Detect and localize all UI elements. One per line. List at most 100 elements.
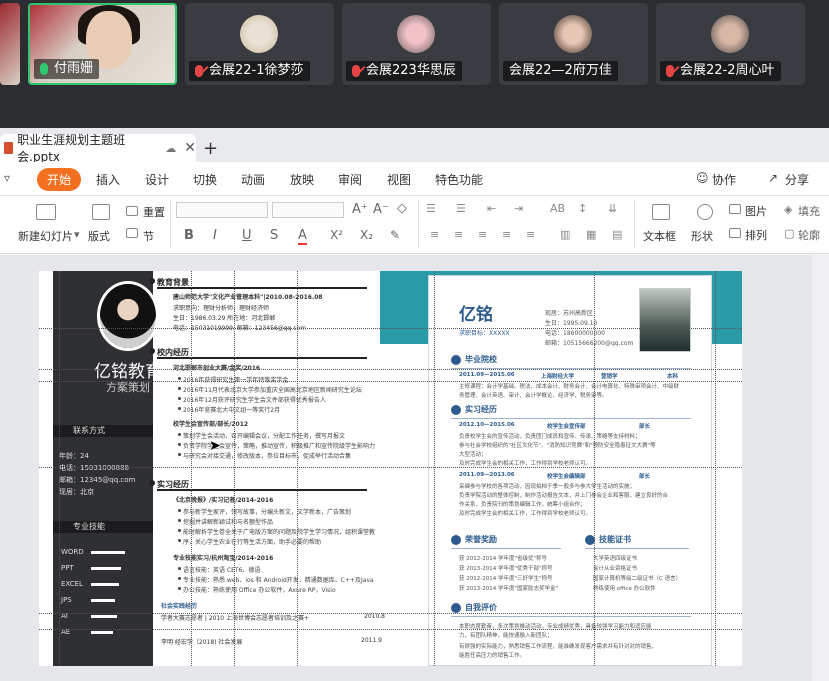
shape-button[interactable]: 形状 xyxy=(691,228,713,244)
text-box-align-icon[interactable]: ▦ xyxy=(586,228,596,241)
menu-insert[interactable]: 插入 xyxy=(96,171,120,188)
outline-icon[interactable]: ▢ xyxy=(784,227,794,240)
menu-transition[interactable]: 切换 xyxy=(193,171,217,188)
layout-icon[interactable] xyxy=(92,204,110,220)
section-rule xyxy=(451,418,691,419)
menu-start[interactable]: 开始 xyxy=(37,168,82,191)
font-color-icon[interactable]: A xyxy=(298,228,307,245)
cert-item: 会计从业资格证书 xyxy=(593,566,638,572)
section-rule xyxy=(585,548,689,549)
numbered-list-icon[interactable]: ☰ xyxy=(456,202,466,215)
video-feed xyxy=(0,3,20,85)
bullet-list-icon[interactable]: ☰ xyxy=(426,202,436,215)
italic-icon[interactable]: I xyxy=(213,228,217,243)
skills-heading: 专业技能 xyxy=(53,521,153,533)
layout-button[interactable]: 版式 xyxy=(88,228,110,244)
pptx-file-icon xyxy=(4,142,14,154)
mic-muted-icon xyxy=(195,65,203,77)
skill-bar xyxy=(91,583,119,586)
resume2-phone: 电话：18600000000 xyxy=(545,330,605,337)
video-tile[interactable]: 会展22-1徐梦莎 xyxy=(185,3,334,85)
arrange-icon[interactable] xyxy=(729,228,741,238)
share-button[interactable]: 分享 xyxy=(785,171,809,188)
video-tile-active[interactable]: 付雨姗 xyxy=(28,3,177,85)
underline-icon[interactable]: U xyxy=(242,228,252,243)
new-slide-icon[interactable] xyxy=(36,204,56,220)
participant-name: 会展223华思辰 xyxy=(346,61,462,81)
fill-icon[interactable]: ◈ xyxy=(784,203,792,216)
menu-design[interactable]: 设计 xyxy=(145,171,169,188)
font-name-input[interactable] xyxy=(176,202,268,218)
align-left-icon[interactable]: ≡ xyxy=(430,228,439,241)
scrollbar[interactable] xyxy=(812,255,829,681)
slide[interactable]: 亿铭教育 方案策划 联系方式 年龄：24 电话：15031000888 邮箱：1… xyxy=(39,271,742,666)
bold-icon[interactable]: B xyxy=(184,228,194,243)
close-tab-icon[interactable]: ✕ xyxy=(184,140,196,156)
text-direction-icon[interactable]: AB xyxy=(550,202,565,215)
new-slide-button[interactable]: 新建幻灯片 xyxy=(18,228,73,244)
indent-icon[interactable]: ⇥ xyxy=(514,202,523,215)
collapse-icon[interactable]: ▿ xyxy=(4,171,10,185)
new-tab-button[interactable]: + xyxy=(203,138,218,159)
outdent-icon[interactable]: ⇤ xyxy=(487,202,496,215)
new-slide-dropdown-icon[interactable]: ▾ xyxy=(74,228,80,241)
video-tile[interactable]: 会展223华思辰 xyxy=(342,3,491,85)
columns-icon[interactable]: ▥ xyxy=(560,228,570,241)
video-tile[interactable]: 会展22-2周心叶 xyxy=(656,3,805,85)
line-spacing-icon[interactable]: ↕ xyxy=(578,202,587,215)
arrange-button[interactable]: 排列 xyxy=(745,227,767,243)
document-tab[interactable]: 职业生涯规划主题班会.pptx ☁ ✕ xyxy=(0,133,196,164)
education-line: 唐山师范大学"文化产业管理本科"|2010.08-2016.08 xyxy=(173,294,323,301)
font-size-input[interactable] xyxy=(272,202,344,218)
picture-icon[interactable] xyxy=(729,204,741,214)
menu-slideshow[interactable]: 放映 xyxy=(290,171,314,188)
menu-features[interactable]: 特色功能 xyxy=(435,171,483,188)
profile-photo xyxy=(97,281,159,351)
menu-review[interactable]: 审阅 xyxy=(338,171,362,188)
section-icon[interactable] xyxy=(126,228,138,238)
resume2-photo xyxy=(639,288,691,352)
align-right-icon[interactable]: ≡ xyxy=(478,228,487,241)
skill-bar xyxy=(91,551,125,554)
avatar xyxy=(397,15,435,53)
section-button[interactable]: 节 xyxy=(143,228,154,244)
cert-item: 国家计算机等级二级证书（C 语言） xyxy=(593,576,682,582)
avatar xyxy=(240,15,278,53)
fill-button[interactable]: 填充 xyxy=(798,203,820,219)
highlight-icon[interactable]: ✎ xyxy=(390,228,400,242)
award-item: 获 2013-2014 学年度"国家励志奖学金" xyxy=(459,586,559,592)
textbox-icon[interactable] xyxy=(652,204,670,220)
shrink-font-icon[interactable]: A⁻ xyxy=(373,202,389,217)
reset-button[interactable]: 重置 xyxy=(143,204,165,220)
exp-org: 校学生会编辑部 xyxy=(547,474,586,480)
shape-icon[interactable] xyxy=(697,204,713,220)
self-item: 能胜任高压力的销售工作。 xyxy=(459,653,526,659)
email-text: 邮箱：12345@qq.com xyxy=(59,476,136,484)
subscript-icon[interactable]: X₂ xyxy=(360,228,373,242)
align-text-icon[interactable]: ⇊ xyxy=(608,202,617,215)
shadow-icon[interactable]: S xyxy=(270,228,278,243)
menu-animation[interactable]: 动画 xyxy=(241,171,265,188)
share-icon[interactable]: ↗ xyxy=(768,171,778,185)
exp-item: 及时完成学生会的相关工作，工作得到学校老师认可。 xyxy=(459,511,592,517)
menu-view[interactable]: 视图 xyxy=(387,171,411,188)
grow-font-icon[interactable]: A⁺ xyxy=(352,202,368,217)
align-center-icon[interactable]: ≡ xyxy=(454,228,463,241)
superscript-icon[interactable]: X² xyxy=(330,228,343,242)
distribute-icon[interactable]: ≡ xyxy=(526,228,535,241)
outline-button[interactable]: 轮廓 xyxy=(798,227,820,243)
skill-bar xyxy=(91,615,117,618)
picture-button[interactable]: 图片 xyxy=(745,203,767,219)
resume2-cert-heading: 技能证书 xyxy=(585,534,631,546)
textbox-button[interactable]: 文本框 xyxy=(643,228,676,244)
cloud-icon[interactable]: ☁ xyxy=(165,142,176,155)
video-tile[interactable]: 会展22—2府万佳 xyxy=(499,3,648,85)
video-tile-edge[interactable] xyxy=(0,3,20,85)
clear-format-icon[interactable]: ◇ xyxy=(397,201,407,216)
justify-icon[interactable]: ≡ xyxy=(502,228,511,241)
collab-icon[interactable]: ☺ xyxy=(696,171,709,185)
smartart-icon[interactable]: ▤ xyxy=(612,228,622,241)
reset-icon[interactable] xyxy=(126,206,138,216)
guide-line xyxy=(39,328,742,329)
collab-button[interactable]: 协作 xyxy=(712,171,736,188)
